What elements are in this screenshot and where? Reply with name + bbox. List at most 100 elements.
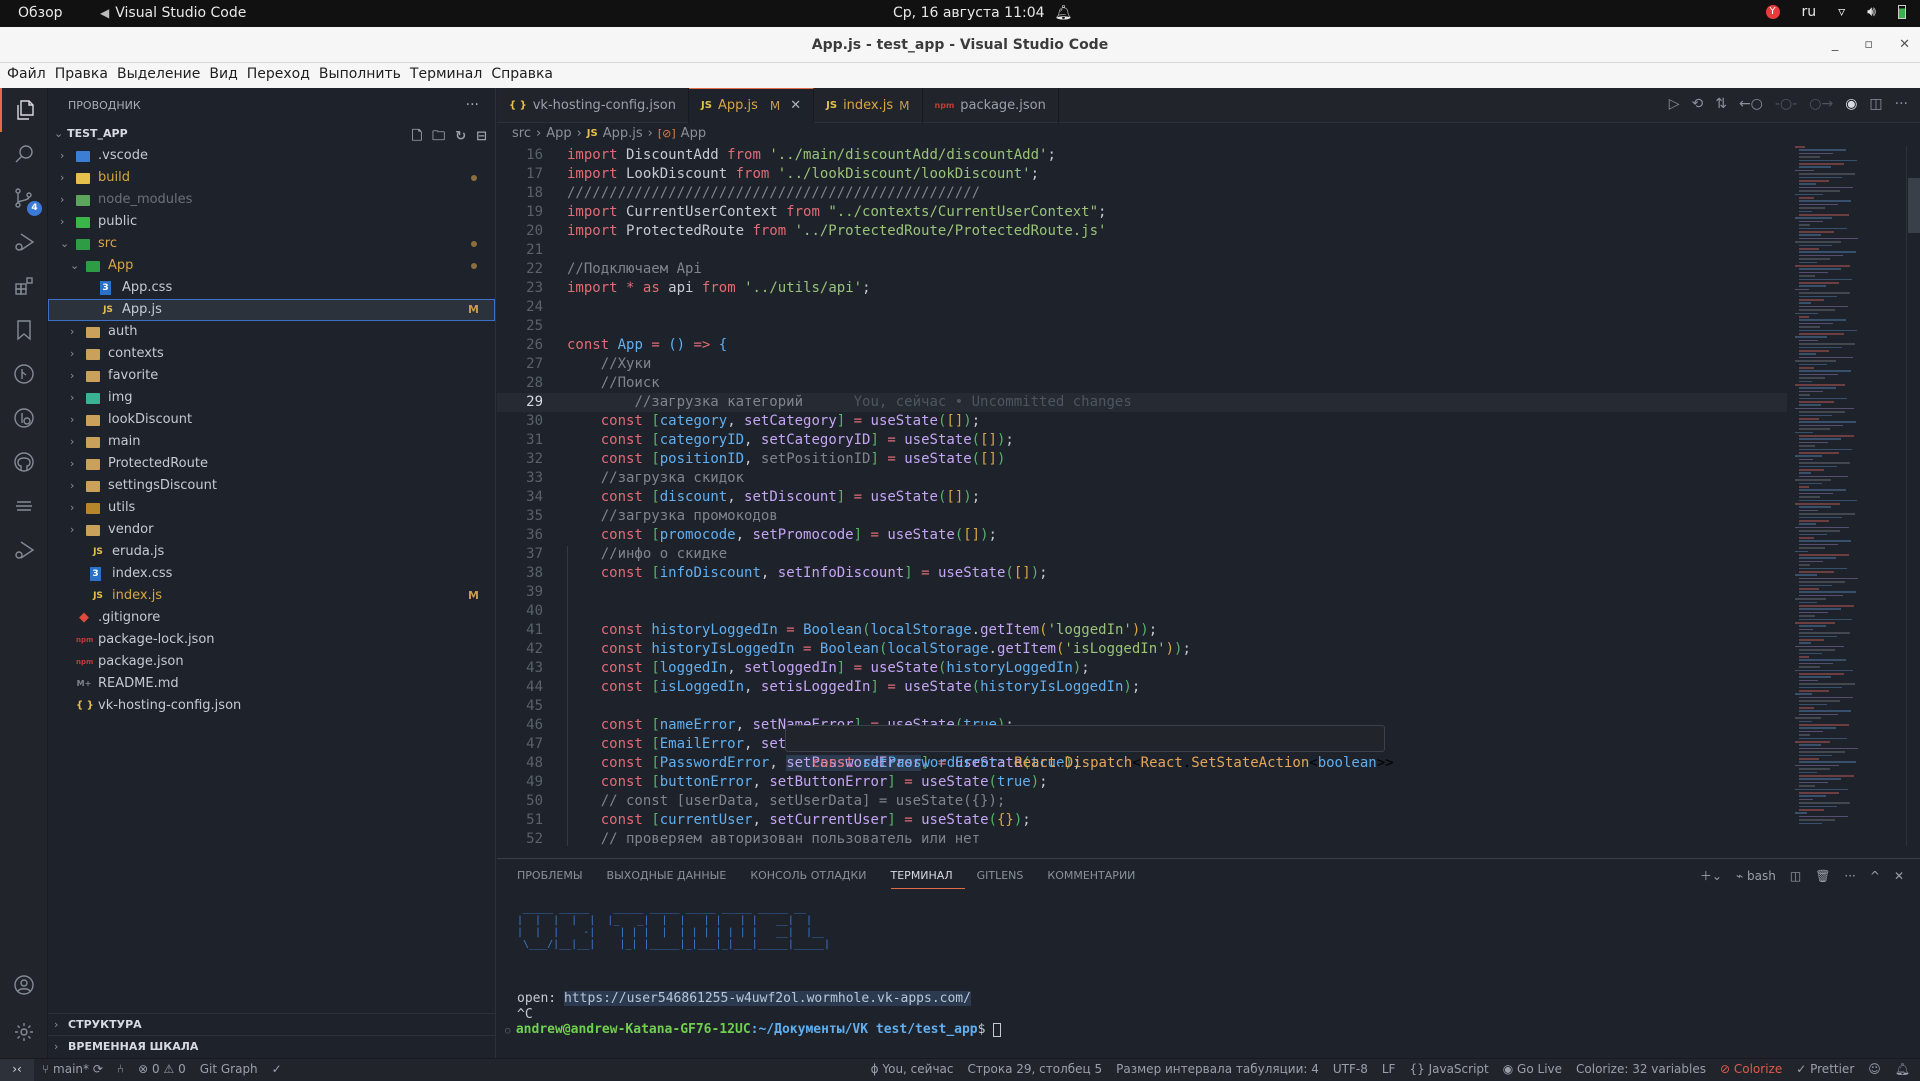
tree-item-build[interactable]: › build: [48, 167, 495, 189]
tree-item-eruda-js[interactable]: JS eruda.js: [48, 541, 495, 563]
breadcrumb-symbol[interactable]: App: [681, 123, 706, 145]
go-live-button[interactable]: ◉ Go Live: [1503, 1059, 1562, 1080]
tree-item-lookdiscount[interactable]: › lookDiscount: [48, 409, 495, 431]
extensions-activity[interactable]: [0, 264, 48, 308]
more-icon[interactable]: ···: [1844, 869, 1855, 883]
tree-item-node-modules[interactable]: › node_modules: [48, 189, 495, 211]
timeline-activity[interactable]: [0, 484, 48, 528]
clock[interactable]: Ср, 16 августа 11:04 🔔︎: [893, 5, 1072, 21]
commit-icon[interactable]: -○-: [1775, 96, 1797, 112]
github-activity[interactable]: [0, 440, 48, 484]
tree-item-package-json[interactable]: npm package.json: [48, 651, 495, 673]
tree-item-settingsdiscount[interactable]: › settingsDiscount: [48, 475, 495, 497]
volume-icon[interactable]: 🔊︎: [1867, 4, 1876, 20]
line-number[interactable]: 41: [497, 621, 543, 640]
blame-indicator[interactable]: ϕ You, сейчас: [871, 1059, 954, 1080]
terminal[interactable]: _____ _____ _____ _____ _____ _____ ____…: [505, 891, 1897, 1056]
tunnel-url-link[interactable]: https://user546861255-w4uwf2ol.wormhole.…: [563, 991, 971, 1006]
tree-item-readme-md[interactable]: M+ README.md: [48, 673, 495, 695]
close-window-button[interactable]: ✕: [1899, 27, 1910, 63]
tab-comments[interactable]: КОММЕНТАРИИ: [1047, 859, 1147, 891]
line-number[interactable]: 46: [497, 716, 543, 735]
source-control-activity[interactable]: 4: [0, 176, 48, 220]
run-debug-2-activity[interactable]: [0, 528, 48, 572]
tree-item-index-css[interactable]: 3 index.css: [48, 563, 495, 585]
encoding[interactable]: UTF-8: [1333, 1059, 1368, 1080]
prettier-button[interactable]: ✓ Prettier: [1796, 1059, 1854, 1080]
breadcrumb-app-folder[interactable]: App: [546, 123, 571, 145]
line-number[interactable]: 52: [497, 830, 543, 846]
accounts-activity[interactable]: [0, 963, 48, 1007]
line-number[interactable]: 31: [497, 431, 543, 450]
line-number[interactable]: 38: [497, 564, 543, 583]
notifications-bell-icon[interactable]: 🔔︎: [1895, 1059, 1910, 1080]
line-number[interactable]: 30: [497, 412, 543, 431]
line-number[interactable]: 44: [497, 678, 543, 697]
indentation[interactable]: Размер интервала табуляции: 4: [1116, 1059, 1319, 1080]
tree-item-vscode[interactable]: › .vscode: [48, 145, 495, 167]
new-terminal-icon[interactable]: ＋⌄: [1700, 867, 1722, 884]
tree-item-package-lock-json[interactable]: npm package-lock.json: [48, 629, 495, 651]
tab-gitlens[interactable]: GITLENS: [977, 859, 1036, 891]
tree-item-gitignore[interactable]: ◆ .gitignore: [48, 607, 495, 629]
git-graph-button[interactable]: Git Graph: [200, 1059, 258, 1080]
line-number[interactable]: 27: [497, 355, 543, 374]
explorer-more-button[interactable]: ···: [466, 88, 479, 123]
workspace-root[interactable]: ⌄ TEST_APP 🗋︎ 🗀︎ ↻ ⊟: [48, 123, 495, 145]
menu-view[interactable]: Вид: [208, 63, 243, 88]
menu-file[interactable]: Файл: [6, 63, 52, 88]
tree-item-favorite[interactable]: › favorite: [48, 365, 495, 387]
tree-item-app[interactable]: ⌄ App: [48, 255, 495, 277]
menu-help[interactable]: Справка: [490, 63, 559, 88]
tab-debug-console[interactable]: КОНСОЛЬ ОТЛАДКИ: [750, 859, 878, 891]
tree-item-src[interactable]: ⌄ src: [48, 233, 495, 255]
maximize-button[interactable]: ▫: [1864, 27, 1873, 63]
settings-activity[interactable]: [0, 1010, 48, 1054]
menu-edit[interactable]: Правка: [54, 63, 114, 88]
line-number[interactable]: 34: [497, 488, 543, 507]
menu-run[interactable]: Выполнить: [318, 63, 407, 88]
minimap[interactable]: [1787, 146, 1905, 846]
previous-change-icon[interactable]: ←○: [1739, 96, 1763, 112]
line-number[interactable]: 48: [497, 754, 543, 773]
colorize-variables[interactable]: Colorize: 32 variables: [1576, 1059, 1706, 1080]
line-number[interactable]: 36: [497, 526, 543, 545]
next-change-icon[interactable]: ○→: [1809, 96, 1833, 112]
run-debug-activity[interactable]: [0, 220, 48, 264]
sync-icon[interactable]: ⟳: [93, 1062, 103, 1076]
tree-item-app-js[interactable]: JS App.js M: [48, 299, 495, 321]
tree-item-main[interactable]: › main: [48, 431, 495, 453]
tree-item-public[interactable]: › public: [48, 211, 495, 233]
line-number[interactable]: 33: [497, 469, 543, 488]
outline-section[interactable]: › СТРУКТУРА: [48, 1013, 496, 1035]
battery-icon[interactable]: [1898, 5, 1906, 19]
line-number[interactable]: 25: [497, 317, 543, 336]
yandex-browser-icon[interactable]: Y: [1765, 5, 1780, 19]
line-number[interactable]: 17: [497, 165, 543, 184]
app-menu[interactable]: ◀ Visual Studio Code: [100, 5, 246, 21]
breadcrumb-src[interactable]: src: [512, 123, 531, 145]
line-number[interactable]: 18: [497, 184, 543, 203]
git-graph-icon[interactable]: ◉: [1845, 96, 1857, 112]
keyboard-layout[interactable]: ru: [1802, 4, 1817, 20]
split-terminal-icon[interactable]: ◫: [1790, 869, 1801, 883]
colorize-toggle[interactable]: ⊘ Colorize: [1720, 1059, 1782, 1080]
tree-item-protectedroute[interactable]: › ProtectedRoute: [48, 453, 495, 475]
gitlens-inspect-activity[interactable]: [0, 396, 48, 440]
line-number[interactable]: 43: [497, 659, 543, 678]
feedback-icon[interactable]: ☺: [1868, 1059, 1881, 1080]
line-number[interactable]: 39: [497, 583, 543, 602]
line-number[interactable]: 23: [497, 279, 543, 298]
line-number[interactable]: 29: [497, 393, 543, 412]
line-number[interactable]: 20: [497, 222, 543, 241]
line-number[interactable]: 28: [497, 374, 543, 393]
tree-item-index-js[interactable]: JS index.js M: [48, 585, 495, 607]
tree-item-utils[interactable]: › utils: [48, 497, 495, 519]
timeline-section[interactable]: › ВРЕМЕННАЯ ШКАЛА: [48, 1035, 496, 1057]
git-compare-icon[interactable]: ⑃: [117, 1059, 124, 1080]
history-icon[interactable]: ⟲: [1691, 96, 1703, 112]
maximize-panel-icon[interactable]: ^: [1870, 869, 1880, 883]
line-number[interactable]: 45: [497, 697, 543, 716]
line-number[interactable]: 19: [497, 203, 543, 222]
run-icon[interactable]: ▷: [1669, 96, 1680, 112]
